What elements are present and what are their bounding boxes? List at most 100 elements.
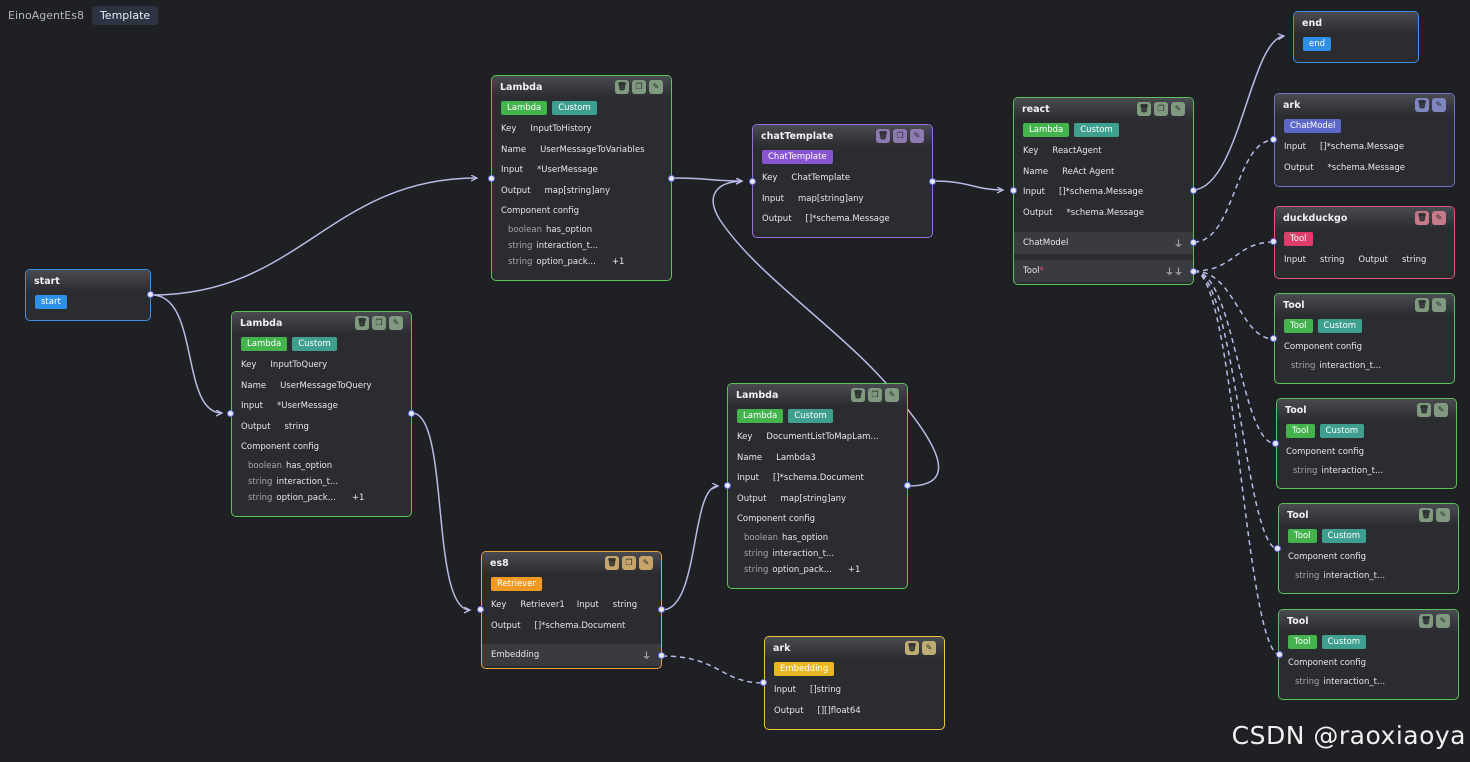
edit-icon[interactable]: ✎: [885, 388, 899, 402]
output-value: []*schema.Document: [534, 620, 626, 631]
delete-icon[interactable]: 🗑: [1415, 211, 1429, 225]
config-name: option_pack...: [772, 564, 832, 575]
port-chatmodel[interactable]: [1190, 239, 1197, 246]
component-config-label: Component config: [501, 206, 580, 217]
config-name: has_option: [285, 460, 333, 471]
node-end[interactable]: end end: [1293, 11, 1419, 63]
delete-icon[interactable]: 🗑: [1137, 102, 1151, 116]
edit-icon[interactable]: ✎: [1436, 508, 1450, 522]
component-config-label: Component config: [1288, 658, 1367, 669]
edit-icon[interactable]: ✎: [389, 316, 403, 330]
port-out[interactable]: [1190, 187, 1197, 194]
port-in[interactable]: [227, 410, 234, 417]
port-in[interactable]: [1274, 545, 1281, 552]
delete-icon[interactable]: 🗑: [605, 556, 619, 570]
config-type: string: [248, 492, 273, 503]
config-more[interactable]: +1: [848, 565, 861, 575]
node-tool-4[interactable]: Tool 🗑 ✎ Tool Custom Component config str…: [1278, 609, 1459, 700]
delete-icon[interactable]: 🗑: [615, 80, 629, 94]
node-tag: start: [35, 295, 67, 309]
chatmodel-slot[interactable]: ChatModel ⏚: [1014, 232, 1193, 254]
port-in[interactable]: [1270, 335, 1277, 342]
node-title: react: [1022, 103, 1050, 115]
embedding-slot[interactable]: Embedding ⏚: [482, 644, 661, 666]
copy-icon[interactable]: ❐: [868, 388, 882, 402]
config-more[interactable]: +1: [352, 493, 365, 503]
edit-icon[interactable]: ✎: [1171, 102, 1185, 116]
node-chat-template[interactable]: chatTemplate 🗑 ❐ ✎ ChatTemplate Key ChatT…: [752, 124, 933, 238]
copy-icon[interactable]: ❐: [622, 556, 636, 570]
port-in[interactable]: [488, 175, 495, 182]
delete-icon[interactable]: 🗑: [1415, 98, 1429, 112]
node-react[interactable]: react 🗑 ❐ ✎ Lambda Custom Key ReactAgent …: [1013, 97, 1194, 285]
node-tag: Lambda: [501, 101, 548, 115]
name-label: Name: [1023, 166, 1049, 177]
port-in[interactable]: [477, 606, 484, 613]
port-out[interactable]: [668, 175, 675, 182]
node-ark-embedding[interactable]: ark 🗑 ✎ Embedding Input []string Output []…: [764, 636, 945, 730]
edit-icon[interactable]: ✎: [1432, 98, 1446, 112]
port-tool[interactable]: [1190, 268, 1197, 275]
edit-icon[interactable]: ✎: [649, 80, 663, 94]
copy-icon[interactable]: ❐: [1154, 102, 1168, 116]
port-in[interactable]: [724, 482, 731, 489]
config-more[interactable]: +1: [612, 257, 625, 267]
port-out[interactable]: [658, 606, 665, 613]
node-title: Tool: [1287, 615, 1309, 627]
name-value: ReAct Agent: [1062, 166, 1115, 177]
edit-icon[interactable]: ✎: [922, 641, 936, 655]
port-out[interactable]: [904, 482, 911, 489]
edit-icon[interactable]: ✎: [1434, 403, 1448, 417]
node-lambda-history[interactable]: Lambda 🗑 ❐ ✎ Lambda Custom Key InputToHis…: [491, 75, 672, 281]
port-out[interactable]: [408, 410, 415, 417]
port-start-out[interactable]: [147, 291, 154, 298]
delete-icon[interactable]: 🗑: [355, 316, 369, 330]
node-tag: Custom: [1321, 529, 1367, 543]
delete-icon[interactable]: 🗑: [1415, 298, 1429, 312]
tool-slot[interactable]: Tool * ⏚⏚: [1014, 260, 1193, 282]
delete-icon[interactable]: 🗑: [1419, 614, 1433, 628]
node-tool-2[interactable]: Tool 🗑 ✎ Tool Custom Component config str…: [1276, 398, 1457, 489]
config-name: has_option: [781, 532, 829, 543]
output-label: Output: [491, 620, 521, 631]
node-lambda-doc[interactable]: Lambda 🗑 ❐ ✎ Lambda Custom Key DocumentLi…: [727, 383, 908, 589]
edit-icon[interactable]: ✎: [1432, 298, 1446, 312]
config-type: string: [1295, 570, 1320, 581]
copy-icon[interactable]: ❐: [632, 80, 646, 94]
port-out[interactable]: [929, 178, 936, 185]
delete-icon[interactable]: 🗑: [905, 641, 919, 655]
node-title: Lambda: [736, 389, 779, 401]
node-lambda-query[interactable]: Lambda 🗑 ❐ ✎ Lambda Custom Key InputToQue…: [231, 311, 412, 517]
node-start[interactable]: start start: [25, 269, 151, 321]
node-ark-chatmodel[interactable]: ark 🗑 ✎ ChatModel Input []*schema.Message…: [1274, 93, 1455, 187]
node-tag: Lambda: [737, 409, 784, 423]
port-in[interactable]: [1276, 651, 1283, 658]
delete-icon[interactable]: 🗑: [851, 388, 865, 402]
edit-icon[interactable]: ✎: [639, 556, 653, 570]
config-type: string: [744, 548, 769, 559]
edit-icon[interactable]: ✎: [910, 129, 924, 143]
delete-icon[interactable]: 🗑: [876, 129, 890, 143]
copy-icon[interactable]: ❐: [893, 129, 907, 143]
node-duckduckgo[interactable]: duckduckgo 🗑 ✎ Tool Input string Output st…: [1274, 206, 1455, 279]
edit-icon[interactable]: ✎: [1432, 211, 1446, 225]
port-in[interactable]: [749, 178, 756, 185]
port-in[interactable]: [1270, 136, 1277, 143]
edit-icon[interactable]: ✎: [1436, 614, 1450, 628]
output-value: map[string]any: [780, 493, 847, 504]
port-embedding[interactable]: [658, 652, 665, 659]
port-in[interactable]: [1270, 238, 1277, 245]
port-in[interactable]: [1010, 187, 1017, 194]
copy-icon[interactable]: ❐: [372, 316, 386, 330]
delete-icon[interactable]: 🗑: [1417, 403, 1431, 417]
port-in[interactable]: [1272, 440, 1279, 447]
config-type: boolean: [248, 460, 282, 471]
delete-icon[interactable]: 🗑: [1419, 508, 1433, 522]
edge-react-duckduckgo: [1193, 241, 1275, 272]
node-es8[interactable]: es8 🗑 ❐ ✎ Retriever Key Retriever1 Input s…: [481, 551, 662, 669]
node-tool-1[interactable]: Tool 🗑 ✎ Tool Custom Component config str…: [1274, 293, 1455, 384]
node-tag: ChatModel: [1284, 119, 1342, 133]
port-in[interactable]: [760, 679, 767, 686]
node-tool-3[interactable]: Tool 🗑 ✎ Tool Custom Component config str…: [1278, 503, 1459, 594]
key-value: Retriever1: [520, 600, 565, 611]
